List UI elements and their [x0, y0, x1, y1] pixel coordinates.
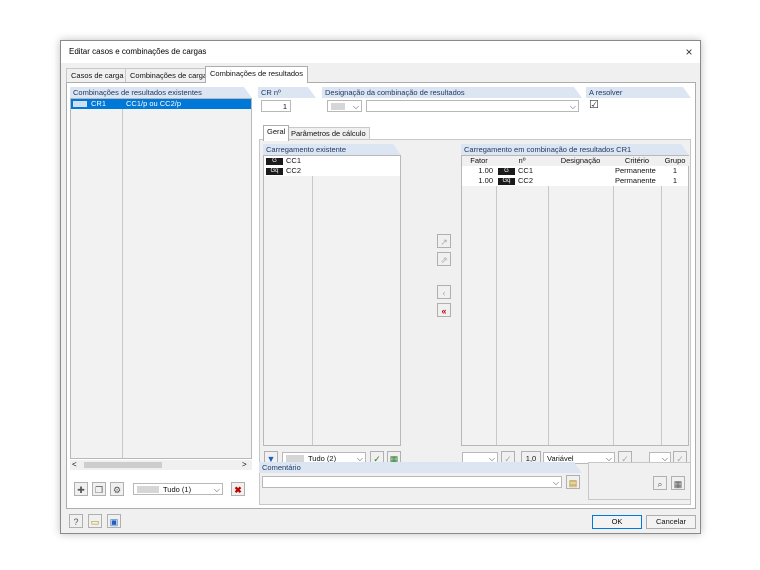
- tab-load-combinations[interactable]: Combinações de cargas: [125, 68, 216, 82]
- number-cell: CC2: [518, 176, 534, 185]
- designation-input[interactable]: ⌵: [366, 100, 579, 112]
- chevron-down-icon: ⌵: [569, 102, 576, 111]
- col-header-factor: Fator: [462, 156, 497, 166]
- title-bar: Editar casos e combinações de cargas ×: [61, 41, 700, 63]
- generate-icon[interactable]: ⚙: [110, 482, 124, 496]
- load-type-tag: Gq: [266, 167, 283, 175]
- number-cell: CC1: [518, 166, 534, 175]
- group-cell: 1: [672, 176, 678, 185]
- col-header-group: Grupo: [661, 156, 689, 166]
- existing-combos-list[interactable]: CR1 CC1/p ou CC2/p: [70, 98, 252, 459]
- column-divider: [661, 166, 662, 445]
- chevron-down-icon: ⌵: [352, 102, 359, 111]
- combo-description: CC1/p ou CC2/p: [126, 99, 182, 108]
- cr-number-header: CR nº: [258, 87, 316, 98]
- group-cell: 1: [672, 166, 678, 175]
- tab-load-cases[interactable]: Casos de carga: [66, 68, 129, 82]
- general-pane: Carregamento existente G CC1 Gq CC2 ▼ Tudo…: [259, 139, 691, 505]
- designation-type-select[interactable]: ⌵: [327, 100, 362, 112]
- help-icon[interactable]: ?: [69, 514, 83, 528]
- cancel-button[interactable]: Cancelar: [646, 515, 696, 529]
- table-view-icon[interactable]: ▦: [671, 476, 685, 490]
- ok-button[interactable]: OK: [592, 515, 642, 529]
- close-icon[interactable]: ×: [681, 44, 697, 60]
- type-swatch: [331, 103, 345, 110]
- scroll-thumb[interactable]: [84, 462, 162, 468]
- filter-swatch: [286, 455, 304, 462]
- list-item[interactable]: G CC1: [264, 156, 400, 166]
- open-icon[interactable]: ▭: [88, 514, 102, 528]
- remove-icon[interactable]: ‹: [437, 285, 451, 299]
- left-filter-select[interactable]: Tudo (1) ⌵: [133, 483, 223, 495]
- column-divider: [613, 166, 614, 445]
- col-header-designation: Designação: [548, 156, 614, 166]
- load-case-name: CC2: [286, 166, 302, 175]
- color-swatch: [73, 101, 87, 107]
- factor-cell: 1.00: [478, 176, 493, 185]
- left-filter-value: Tudo (1): [163, 485, 192, 494]
- comment-input[interactable]: ⌵: [262, 476, 562, 488]
- existing-loading-header: Carregamento existente: [263, 144, 401, 155]
- load-case-name: CC1: [286, 156, 302, 165]
- comment-header: Comentário: [259, 462, 582, 473]
- column-divider: [122, 99, 123, 458]
- criterion-cell: Permanente: [615, 166, 656, 175]
- col-header-number: nº: [496, 156, 549, 166]
- load-type-tag: G: [498, 167, 515, 175]
- delete-icon[interactable]: ✖: [231, 482, 245, 496]
- table-row[interactable]: 1.00 Gq CC2 Permanente 1: [462, 176, 688, 186]
- column-divider: [312, 156, 313, 445]
- comment-folder-icon[interactable]: ▤: [566, 475, 580, 489]
- chevron-down-icon: ⌵: [213, 485, 220, 494]
- col-header-criterion: Critério: [613, 156, 662, 166]
- load-type-tag: Gq: [498, 177, 515, 185]
- horizontal-scrollbar[interactable]: < >: [70, 460, 252, 470]
- new-combination-icon[interactable]: ✚: [74, 482, 88, 496]
- tab-pane: Combinações de resultados existentes CR1…: [66, 82, 696, 509]
- filter-swatch: [137, 486, 159, 493]
- list-item[interactable]: Gq CC2: [264, 166, 400, 176]
- result-combo-table[interactable]: Fator nº Designação Critério Grupo 1.00 …: [461, 155, 689, 446]
- existing-combos-header: Combinações de resultados existentes: [70, 87, 252, 98]
- result-combo-header: Carregamento em combinação de resultados…: [461, 144, 689, 155]
- add-icon[interactable]: ↗: [437, 234, 451, 248]
- dialog-window: Editar casos e combinações de cargas × C…: [60, 40, 701, 534]
- tab-result-combinations[interactable]: Combinações de resultados: [205, 66, 308, 83]
- add-all-icon[interactable]: ⇗: [437, 252, 451, 266]
- save-icon[interactable]: ▣: [107, 514, 121, 528]
- criterion-cell: Permanente: [615, 176, 656, 185]
- copy-icon[interactable]: ❐: [92, 482, 106, 496]
- designation-header: Designação da combinação de resultados: [322, 87, 582, 98]
- search-icon[interactable]: ⌕: [653, 476, 667, 490]
- column-divider: [548, 166, 549, 445]
- scroll-left-icon[interactable]: <: [72, 460, 77, 470]
- load-type-tag: G: [266, 157, 283, 165]
- to-solve-header: A resolver: [586, 87, 691, 98]
- existing-loading-list[interactable]: G CC1 Gq CC2: [263, 155, 401, 446]
- chevron-down-icon: ⌵: [552, 478, 559, 487]
- to-solve-checkbox[interactable]: ☑: [589, 98, 599, 111]
- remove-all-icon[interactable]: «: [437, 303, 451, 317]
- cr-number-input[interactable]: 1: [261, 100, 291, 112]
- window-title: Editar casos e combinações de cargas: [69, 47, 207, 56]
- table-row[interactable]: 1.00 G CC1 Permanente 1: [462, 166, 688, 176]
- factor-cell: 1.00: [478, 166, 493, 175]
- column-divider: [496, 166, 497, 445]
- tab-general[interactable]: Geral: [263, 125, 290, 141]
- combo-id: CR1: [91, 99, 107, 108]
- list-item[interactable]: CR1 CC1/p ou CC2/p: [71, 99, 251, 109]
- scroll-right-icon[interactable]: >: [242, 460, 247, 470]
